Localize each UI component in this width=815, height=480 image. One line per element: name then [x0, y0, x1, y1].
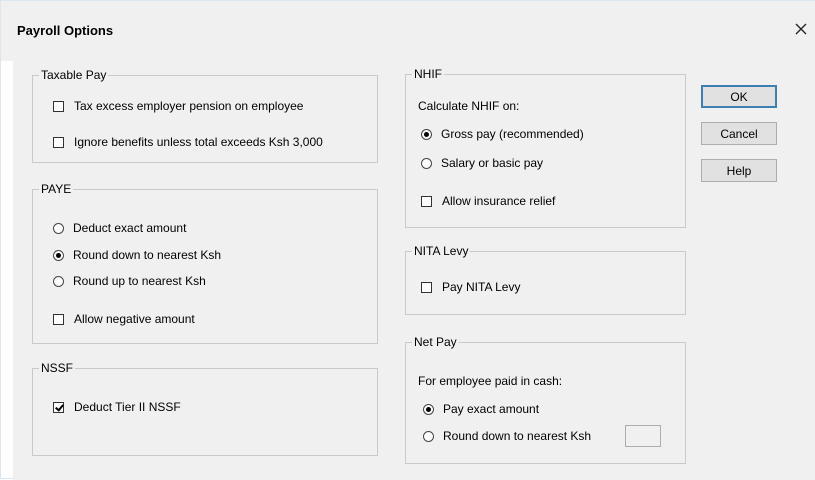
deduct-tier2-checkbox[interactable]: Deduct Tier II NSSF — [53, 400, 181, 414]
insurance-relief-label: Allow insurance relief — [442, 194, 556, 208]
nita-legend: NITA Levy — [412, 244, 471, 259]
payroll-options-dialog: Payroll Options Taxable Pay Tax excess e… — [0, 0, 815, 480]
paye-round-up-button[interactable] — [53, 275, 64, 287]
insurance-relief-box[interactable] — [421, 195, 432, 207]
tax-excess-pension-box[interactable] — [53, 100, 64, 112]
allow-negative-checkbox[interactable]: Allow negative amount — [53, 312, 195, 326]
help-button[interactable]: Help — [701, 159, 777, 182]
ignore-benefits-checkbox[interactable]: Ignore benefits unless total exceeds Ksh… — [53, 135, 323, 149]
tax-excess-pension-checkbox[interactable]: Tax excess employer pension on employee — [53, 99, 303, 113]
net-pay-exact-button[interactable] — [423, 403, 434, 415]
paye-round-down-radio[interactable]: Round down to nearest Ksh — [53, 248, 221, 262]
paye-round-down-button[interactable] — [53, 249, 64, 261]
nhif-gross-pay-radio[interactable]: Gross pay (recommended) — [421, 127, 584, 141]
net-pay-round-down-button[interactable] — [423, 430, 434, 442]
tax-excess-pension-label: Tax excess employer pension on employee — [74, 99, 304, 113]
ignore-benefits-box[interactable] — [53, 136, 64, 148]
pay-nita-box[interactable] — [421, 281, 432, 293]
title-bar: Payroll Options — [1, 1, 815, 61]
taxable-pay-legend: Taxable Pay — [39, 68, 109, 83]
round-value-input[interactable] — [625, 425, 661, 447]
net-pay-prompt: For employee paid in cash: — [418, 374, 563, 388]
nhif-gross-pay-button[interactable] — [421, 128, 432, 140]
allow-negative-box[interactable] — [53, 313, 64, 325]
net-pay-exact-label: Pay exact amount — [443, 402, 540, 416]
ignore-benefits-label: Ignore benefits unless total exceeds Ksh… — [74, 135, 323, 149]
cancel-button[interactable]: Cancel — [701, 122, 777, 145]
close-icon-glyph — [795, 23, 807, 35]
ok-button[interactable]: OK — [701, 85, 777, 108]
deduct-tier2-label: Deduct Tier II NSSF — [74, 400, 181, 414]
paye-deduct-exact-label: Deduct exact amount — [73, 221, 187, 235]
paye-legend: PAYE — [39, 182, 74, 197]
paye-deduct-exact-button[interactable] — [53, 222, 64, 234]
nssf-legend: NSSF — [39, 361, 76, 376]
net-pay-round-down-radio[interactable]: Round down to nearest Ksh — [423, 429, 591, 443]
close-icon[interactable] — [790, 18, 812, 40]
net-pay-legend: Net Pay — [412, 335, 459, 350]
dialog-title: Payroll Options — [17, 23, 114, 38]
pay-nita-label: Pay NITA Levy — [442, 280, 521, 294]
nhif-legend: NHIF — [412, 67, 444, 82]
net-pay-exact-radio[interactable]: Pay exact amount — [423, 402, 539, 416]
paye-round-down-label: Round down to nearest Ksh — [73, 248, 222, 262]
nhif-salary-label: Salary or basic pay — [441, 156, 544, 170]
paye-deduct-exact-radio[interactable]: Deduct exact amount — [53, 221, 186, 235]
nhif-gross-pay-label: Gross pay (recommended) — [441, 127, 584, 141]
nhif-salary-radio[interactable]: Salary or basic pay — [421, 156, 543, 170]
paye-round-up-label: Round up to nearest Ksh — [73, 274, 206, 288]
pay-nita-checkbox[interactable]: Pay NITA Levy — [421, 280, 520, 294]
allow-negative-label: Allow negative amount — [74, 312, 195, 326]
nhif-salary-button[interactable] — [421, 157, 432, 169]
net-pay-round-down-label: Round down to nearest Ksh — [443, 429, 592, 443]
paye-round-up-radio[interactable]: Round up to nearest Ksh — [53, 274, 206, 288]
deduct-tier2-box[interactable] — [53, 401, 64, 413]
nhif-prompt: Calculate NHIF on: — [418, 99, 520, 113]
taxable-pay-group: Taxable Pay — [32, 68, 378, 163]
insurance-relief-checkbox[interactable]: Allow insurance relief — [421, 194, 555, 208]
